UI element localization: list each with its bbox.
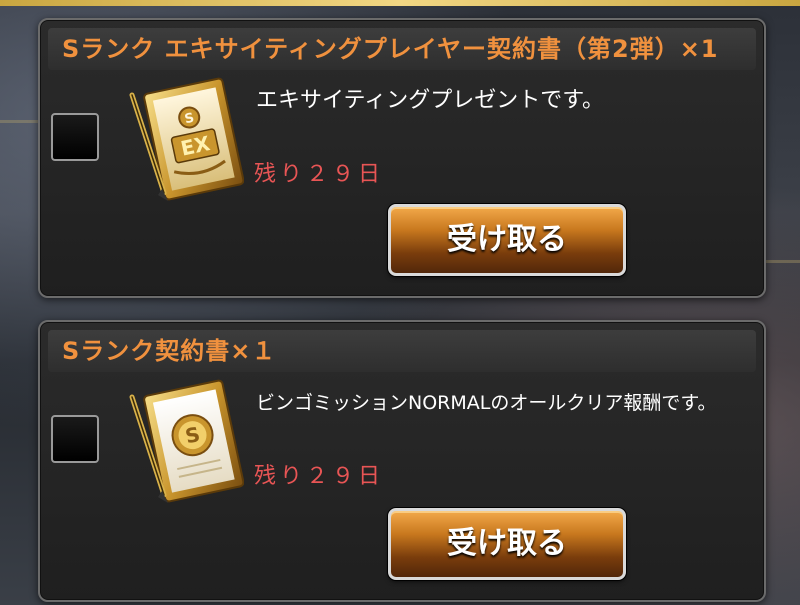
top-gold-edge [0,0,800,6]
select-checkbox[interactable] [51,415,99,463]
present-item-card: Sランク契約書×１ S ビンゴミッションNORMALのオールクリア報酬です。 残… [38,320,766,602]
remaining-days: 残り２９日 [254,162,385,187]
background-light-streak [0,120,40,123]
remaining-days: 残り２９日 [254,464,385,489]
item-description: エキサイティングプレゼントです。 [256,88,605,113]
receive-button[interactable]: 受け取る [388,508,626,580]
background-light-streak [760,260,800,263]
item-title: Sランク エキサイティングプレイヤー契約書（第2弾）×1 [48,28,756,70]
present-item-card: Sランク エキサイティングプレイヤー契約書（第2弾）×1 S EX エキサイティ… [38,18,766,298]
receive-button[interactable]: 受け取る [388,204,626,276]
ex-contract-icon: S EX [129,77,244,201]
select-checkbox[interactable] [51,113,99,161]
item-title: Sランク契約書×１ [48,330,756,372]
item-description: ビンゴミッションNORMALのオールクリア報酬です。 [256,392,717,414]
s-contract-icon: S [129,379,244,503]
